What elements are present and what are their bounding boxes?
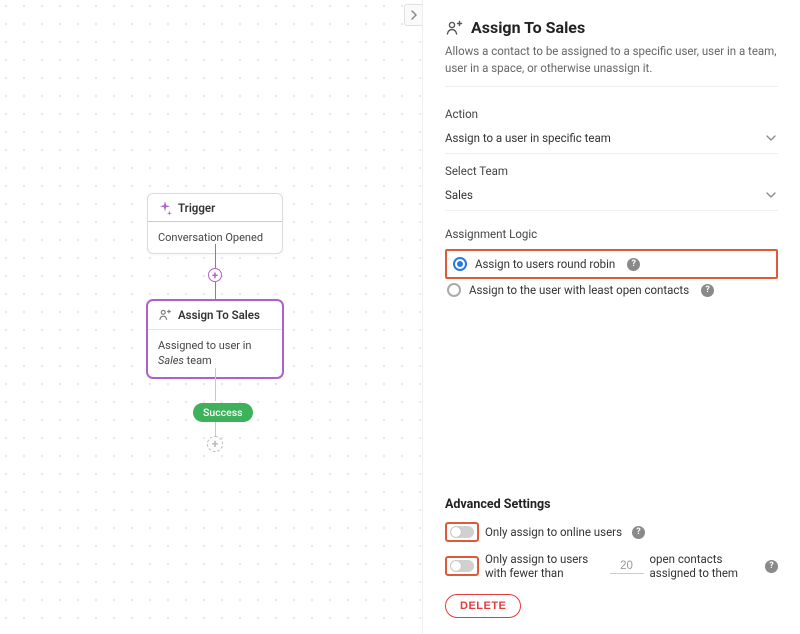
text: team [184, 354, 212, 367]
add-step-button[interactable]: + [208, 268, 222, 282]
node-trigger-title: Trigger [178, 201, 215, 215]
panel-title: Assign To Sales [471, 18, 585, 37]
delete-button[interactable]: DELETE [445, 594, 521, 618]
chevron-down-icon [766, 133, 776, 143]
connector [215, 244, 216, 270]
logic-radio-group: Assign to users round robin ? Assign to … [445, 249, 778, 301]
toggle-label: Only assign to users with fewer than [485, 552, 604, 580]
team-select-value: Sales [445, 188, 473, 202]
connector [215, 422, 216, 436]
connector [215, 368, 216, 401]
radio-label: Assign to the user with least open conta… [469, 283, 689, 297]
sparkle-icon [158, 201, 172, 215]
radio-unchecked-icon [447, 283, 461, 297]
logic-option-least-open[interactable]: Assign to the user with least open conta… [445, 279, 778, 301]
logic-option-round-robin[interactable]: Assign to users round robin ? [451, 253, 772, 275]
text-em: Sales [158, 354, 184, 367]
user-assign-icon [445, 19, 463, 37]
success-badge[interactable]: Success [193, 403, 253, 422]
toggle-online-users[interactable] [450, 526, 474, 538]
team-select[interactable]: Sales [445, 182, 778, 211]
toggle-label: Only assign to online users [485, 525, 622, 539]
panel-description: Allows a contact to be assigned to a spe… [445, 43, 778, 87]
team-label: Select Team [445, 164, 778, 178]
chevron-down-icon [766, 190, 776, 200]
add-step-button[interactable]: + [207, 436, 223, 452]
node-assign-title: Assign To Sales [178, 308, 260, 322]
chevron-right-icon [409, 10, 419, 20]
connector [215, 282, 216, 300]
radio-label: Assign to users round robin [475, 257, 615, 271]
help-icon[interactable]: ? [765, 560, 778, 573]
toggle-label-suffix: open contacts assigned to them [650, 552, 756, 580]
action-select[interactable]: Assign to a user in specific team [445, 125, 778, 154]
toggle-fewer-than[interactable] [450, 560, 474, 572]
help-icon[interactable]: ? [632, 526, 645, 539]
user-assign-icon [158, 308, 172, 322]
node-assign-to-sales[interactable]: Assign To Sales Assigned to user in Sale… [147, 300, 283, 378]
text: Assigned to user in [158, 339, 252, 352]
advanced-settings-title: Advanced Settings [445, 497, 778, 512]
action-select-value: Assign to a user in specific team [445, 131, 611, 145]
toggle-row-fewer-than: Only assign to users with fewer than ope… [445, 552, 778, 580]
radio-checked-icon [453, 257, 467, 271]
settings-panel: Assign To Sales Allows a contact to be a… [422, 0, 800, 634]
toggle-row-online-users: Only assign to online users ? [445, 522, 778, 542]
logic-label: Assignment Logic [445, 227, 778, 241]
fewer-than-input[interactable] [610, 559, 644, 574]
action-label: Action [445, 107, 778, 121]
workflow-canvas[interactable]: Trigger Conversation Opened + Assign To … [0, 0, 422, 634]
help-icon[interactable]: ? [627, 258, 640, 271]
help-icon[interactable]: ? [701, 284, 714, 297]
panel-collapse-button[interactable] [404, 4, 422, 26]
